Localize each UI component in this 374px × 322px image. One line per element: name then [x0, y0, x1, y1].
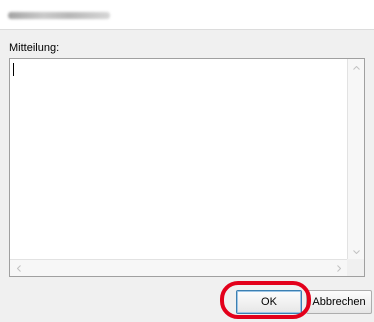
horizontal-scrollbar[interactable]: [10, 259, 347, 276]
chevron-down-icon[interactable]: [348, 243, 365, 260]
chevron-right-icon[interactable]: [330, 260, 347, 277]
chevron-up-icon[interactable]: [348, 59, 365, 76]
ok-button[interactable]: OK: [236, 290, 302, 314]
chevron-left-icon[interactable]: [10, 260, 27, 277]
text-caret: [13, 63, 14, 76]
vertical-scrollbar[interactable]: [347, 59, 364, 260]
message-label: Mitteilung:: [9, 42, 60, 54]
blurred-window-title: [8, 12, 110, 19]
title-bar: [0, 0, 374, 30]
message-textarea[interactable]: [9, 58, 365, 277]
scrollbar-corner: [347, 259, 364, 276]
cancel-button[interactable]: Abbrechen: [306, 290, 372, 314]
